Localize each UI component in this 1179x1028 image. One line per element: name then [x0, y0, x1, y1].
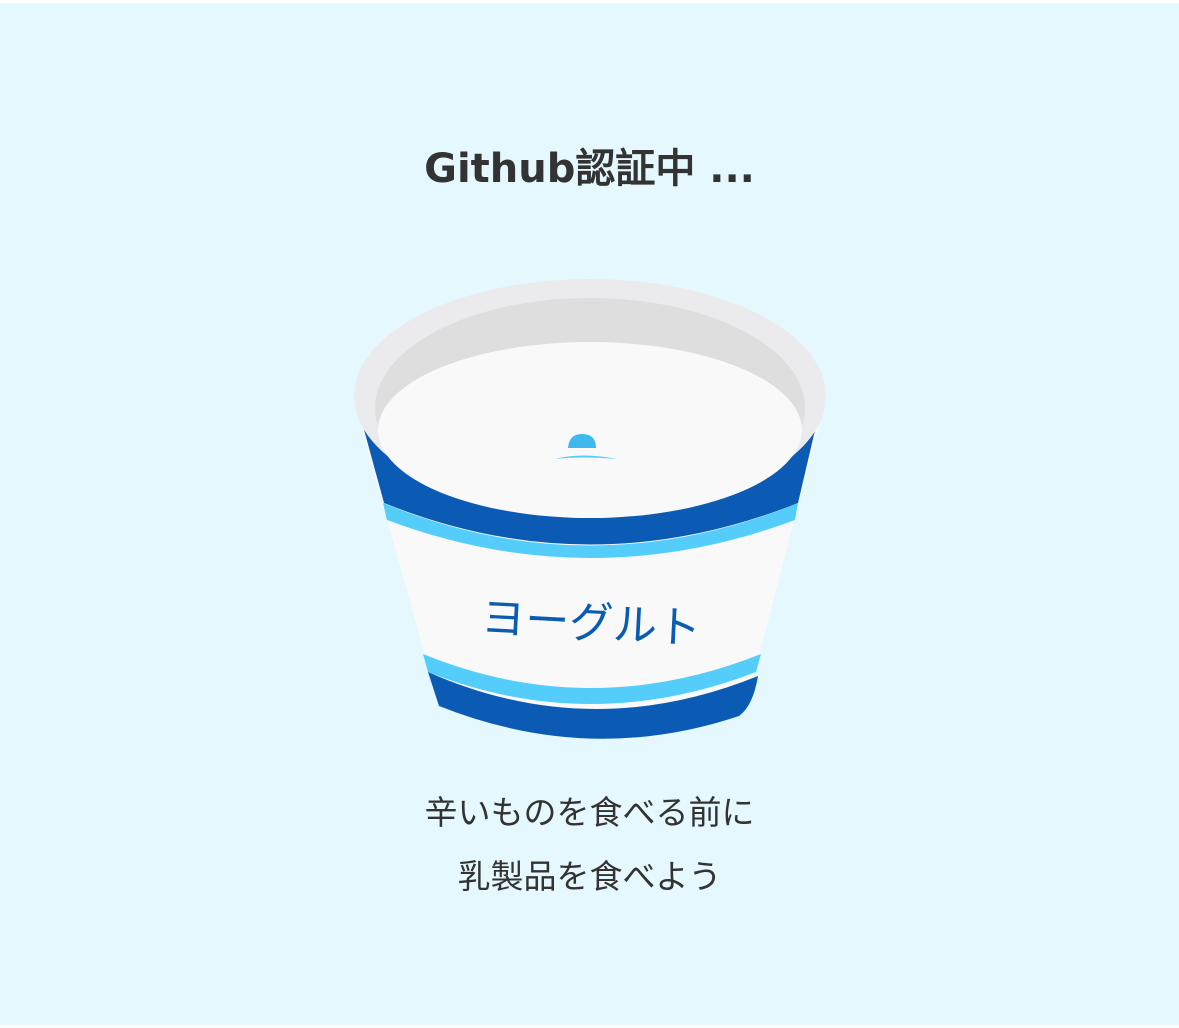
message-line-2: 乳製品を食べよう [457, 857, 722, 896]
page-title: Github認証中 ... [424, 146, 755, 192]
message-line-1: 辛いものを食べる前に [424, 793, 755, 832]
yogurt-cup-icon: ヨーグルト [354, 279, 826, 739]
auth-loading-screen: Github認証中 ... ヨーグルト 辛いものを食べる前に 乳製品を食べよう [0, 3, 1179, 1025]
yogurt-surface [378, 342, 802, 518]
